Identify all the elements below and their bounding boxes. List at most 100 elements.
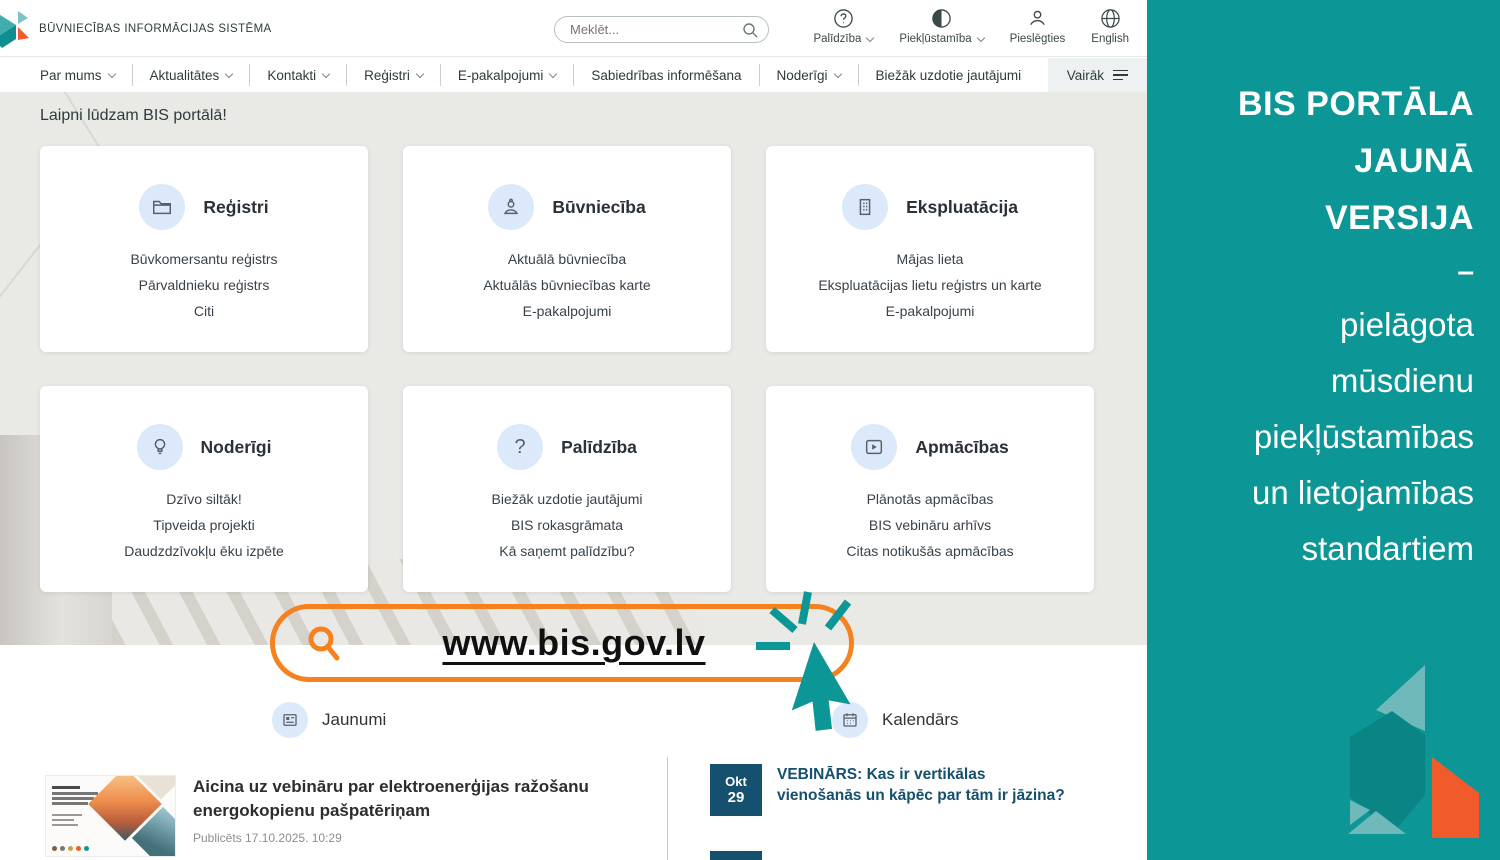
chevron-down-icon [866,33,874,41]
user-icon [1027,8,1048,29]
calendar-icon [832,702,868,738]
chevron-down-icon [322,69,330,77]
language-switch[interactable]: English [1091,8,1129,45]
help-label: Palīdzība [813,33,861,45]
column-divider [667,757,668,860]
welcome-text: Laipni lūdzam BIS portālā! [40,107,227,125]
card-link[interactable]: BIS vebināru arhīvs [869,517,991,533]
help-menu[interactable]: Palīdzība [813,8,873,45]
chevron-down-icon [107,69,115,77]
card-title: Apmācības [915,437,1008,458]
card-link[interactable]: Dzīvo siltāk! [166,491,241,507]
accessibility-menu[interactable]: Piekļūstamība [899,8,983,45]
globe-icon [1100,8,1121,29]
chevron-down-icon [416,69,424,77]
brand: BŪVNIECĪBAS INFORMĀCIJAS SISTĒMA [0,9,272,49]
card-link[interactable]: Daudzdzīvokļu ēku izpēte [124,543,284,559]
news-title[interactable]: Aicina uz vebināru par elektroenerģijas … [193,775,638,823]
chevron-down-icon [225,69,233,77]
promo-line: VERSIJA [1238,190,1474,247]
chevron-down-icon [549,69,557,77]
play-icon [851,424,897,470]
card-registri: Reģistri Būvkomersantu reģistrs Pārvaldn… [40,146,368,352]
header-actions: Palīdzība Piekļūstamība Pieslēgties [813,8,1129,45]
card-ekspluatacija: Ekspluatācija Mājas lieta Ekspluatācijas… [766,146,1094,352]
main-portal: BŪVNIECĪBAS INFORMĀCIJAS SISTĒMA Palīdzī… [0,0,1147,860]
next-event-badge-partial [710,851,762,860]
menu-icon [1113,70,1128,81]
promo-line: piekļūstamības [1238,409,1474,465]
card-link[interactable]: E-pakalpojumi [886,303,975,319]
card-link[interactable]: Ekspluatācijas lietu reģistrs un karte [818,277,1041,293]
news-section-title: Jaunumi [322,710,386,730]
main-nav: Par mums Aktualitātes Kontakti Reģistri … [0,58,1147,92]
top-header: BŪVNIECĪBAS INFORMĀCIJAS SISTĒMA Palīdzī… [0,0,1147,57]
promo-line: pielāgota [1238,297,1474,353]
news-published: Publicēts 17.10.2025. 10:29 [193,831,638,845]
card-link[interactable]: BIS rokasgrāmata [511,517,623,533]
login-label: Pieslēgties [1010,33,1066,45]
promo-text: BIS PORTĀLA JAUNĀ VERSIJA – pielāgota mū… [1238,76,1474,577]
contrast-icon [931,8,952,29]
chevron-down-icon [833,69,841,77]
event-date-badge: Okt 29 [710,764,762,816]
promo-line: BIS PORTĀLA [1238,76,1474,133]
builder-icon [488,184,534,230]
card-link[interactable]: Būvkomersantu reģistrs [130,251,277,267]
card-link[interactable]: Tipveida projekti [153,517,254,533]
nav-noderigi[interactable]: Noderīgi [760,65,858,85]
promo-sidebar: BIS PORTĀLA JAUNĀ VERSIJA – pielāgota mū… [1147,0,1500,860]
card-title: Noderīgi [201,437,272,458]
event-title[interactable]: VEBINĀRS: Kas ir vertikālas vienošanās u… [777,764,1065,816]
login-button[interactable]: Pieslēgties [1010,8,1066,45]
brand-title: BŪVNIECĪBAS INFORMĀCIJAS SISTĒMA [39,23,272,35]
promo-dash: – [1238,247,1474,297]
card-link[interactable]: E-pakalpojumi [523,303,612,319]
search-box[interactable] [554,16,769,43]
calendar-section-title: Kalendārs [882,710,959,730]
news-section-header: Jaunumi [272,702,386,738]
card-title: Būvniecība [552,197,645,218]
promo-line: un lietojamības [1238,465,1474,521]
card-link[interactable]: Plānotās apmācības [867,491,994,507]
card-palidziba: ? Palīdzība Biežāk uzdotie jautājumi BIS… [403,386,731,592]
card-link[interactable]: Pārvaldnieku reģistrs [139,277,270,293]
card-link[interactable]: Aktuālā būvniecība [508,251,626,267]
nav-sabiedribas-informesana[interactable]: Sabiedrības informēšana [574,65,758,85]
portal-url[interactable]: www.bis.gov.lv [345,622,849,664]
nav-more-button[interactable]: Vairāk [1048,58,1147,92]
partner-logos [52,846,89,851]
search-input[interactable] [570,17,735,42]
card-link[interactable]: Mājas lieta [897,251,964,267]
nav-aktualitates[interactable]: Aktualitātes [133,65,250,85]
card-buvnieciba: Būvniecība Aktuālā būvniecība Aktuālās b… [403,146,731,352]
search-icon [303,622,345,664]
language-label: English [1091,33,1129,45]
nav-biezak-uzdotie-jautajumi[interactable]: Biežāk uzdotie jautājumi [859,65,1039,85]
card-link[interactable]: Citi [194,303,214,319]
hero-section: Laipni lūdzam BIS portālā! Reģistri Būvk… [0,92,1147,645]
nav-par-mums[interactable]: Par mums [23,65,132,85]
page: BŪVNIECĪBAS INFORMĀCIJAS SISTĒMA Palīdzī… [0,0,1500,860]
promo-line: mūsdienu [1238,353,1474,409]
search-icon[interactable] [742,22,758,38]
nav-registri[interactable]: Reģistri [347,65,440,85]
promo-line: JAUNĀ [1238,133,1474,190]
bis-logo-icon [0,9,30,49]
accessibility-label: Piekļūstamība [899,33,971,45]
nav-e-pakalpojumi[interactable]: E-pakalpojumi [441,65,574,85]
card-apmacibas: Apmācības Plānotās apmācības BIS vebinār… [766,386,1094,592]
card-noderigi: Noderīgi Dzīvo siltāk! Tipveida projekti… [40,386,368,592]
card-link[interactable]: Aktuālās būvniecības karte [483,277,650,293]
card-link[interactable]: Citas notikušās apmācības [846,543,1013,559]
calendar-event[interactable]: Okt 29 VEBINĀRS: Kas ir vertikālas vieno… [710,764,1065,816]
card-link[interactable]: Biežāk uzdotie jautājumi [492,491,643,507]
nav-kontakti[interactable]: Kontakti [250,65,346,85]
bulb-icon [137,424,183,470]
calendar-section-header: Kalendārs [832,702,959,738]
promo-line: standartiem [1238,521,1474,577]
news-item[interactable]: Aicina uz vebināru par elektroenerģijas … [45,775,655,857]
help-icon [833,8,854,29]
card-link[interactable]: Kā saņemt palīdzību? [499,543,634,559]
event-month: Okt [725,774,747,789]
